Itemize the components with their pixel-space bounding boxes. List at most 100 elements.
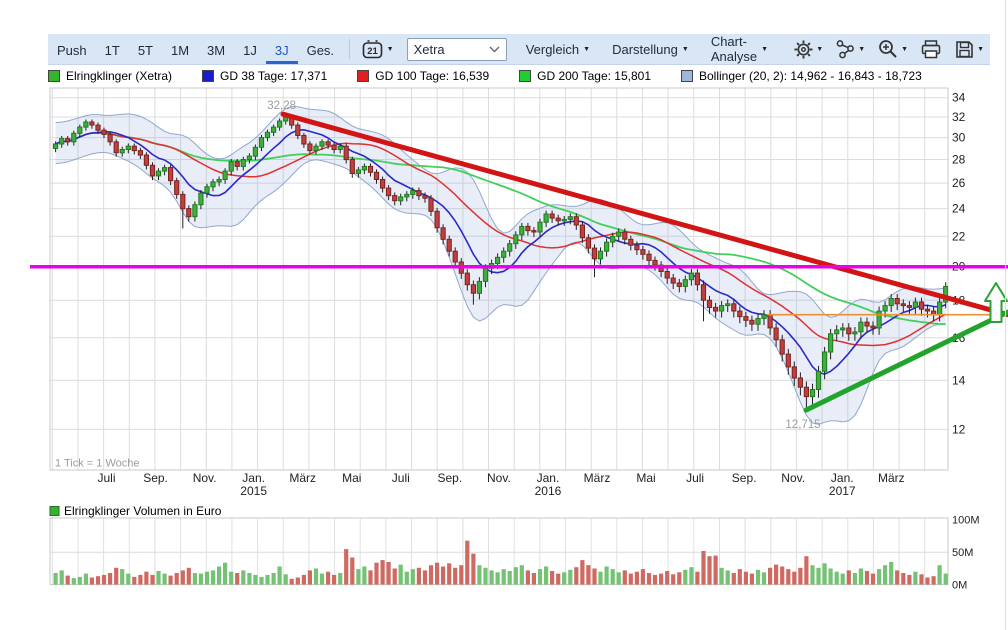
volume-bar [943, 573, 948, 585]
volume-bar [483, 567, 488, 585]
volume-bar [719, 567, 724, 585]
zoom-in-icon [879, 40, 897, 58]
y-tick-label: 14 [952, 373, 966, 387]
candle-body [470, 284, 476, 294]
range-button-5t[interactable]: 5T [129, 35, 162, 64]
volume-bar [150, 574, 155, 585]
candle-body [882, 305, 888, 312]
toolbar: Push 1T 5T 1M 3M 1J 3J Ges. 21 ▼ Xetra V… [48, 34, 990, 65]
candle-body [761, 314, 767, 319]
volume-bar [71, 578, 76, 585]
legend-label: GD 38 Tage: 17,371 [220, 69, 328, 83]
volume-bar [640, 569, 645, 585]
print-button[interactable] [920, 39, 942, 60]
range-button-1m[interactable]: 1M [162, 35, 198, 64]
volume-bar [265, 574, 270, 585]
volume-bar [210, 570, 216, 585]
candle-body [900, 303, 906, 307]
candle-body [864, 321, 870, 327]
volume-bar [362, 566, 367, 585]
candle-body [222, 170, 228, 180]
volume-bar [289, 578, 294, 585]
candle-body [616, 231, 622, 237]
range-button-1t[interactable]: 1T [96, 35, 129, 64]
candle-body [422, 195, 428, 199]
volume-bar [858, 568, 863, 585]
volume-bar [901, 573, 906, 585]
volume-bar [919, 574, 924, 585]
candle-body [476, 280, 482, 294]
candle-body [549, 213, 555, 219]
main-chart[interactable]: 121416182022242628303234JuliSep.Nov.Jan.… [0, 86, 1008, 630]
chevron-down-icon: ▼ [901, 45, 909, 53]
volume-bar [283, 574, 288, 585]
volume-bar [229, 571, 234, 585]
candle-body [749, 319, 755, 325]
candle-body [797, 377, 803, 388]
volume-bar [574, 567, 579, 585]
x-tick-label: Mai [636, 471, 655, 485]
candle-body [174, 180, 180, 195]
range-button-1j[interactable]: 1J [234, 35, 266, 64]
volume-bar [513, 567, 518, 585]
range-button-push[interactable]: Push [48, 35, 96, 64]
menu-chart-analyse[interactable]: Chart-Analyse ▼ [711, 34, 768, 64]
candle-body [125, 145, 131, 151]
volume-bar [828, 568, 833, 585]
x-tick-label: Sep. [438, 471, 463, 485]
volume-bar [108, 573, 113, 585]
candle-body [131, 145, 137, 152]
volume-bar [114, 567, 119, 585]
candle-body [676, 282, 682, 287]
x-tick-label: Nov. [487, 471, 511, 485]
volume-bar [731, 573, 736, 585]
candle-body [912, 301, 918, 308]
volume-bar [683, 569, 688, 585]
candle-body [513, 234, 519, 245]
chevron-down-icon: ▼ [761, 45, 768, 53]
candle-body [519, 225, 525, 236]
legend-label: GD 100 Tage: 16,539 [375, 69, 490, 83]
volume-bar [253, 574, 258, 585]
range-button-ges[interactable]: Ges. [298, 35, 343, 64]
range-button-3m[interactable]: 3M [198, 35, 234, 64]
candle-body [585, 237, 591, 249]
legend-item-instrument: Elringklinger (Xetra) [48, 69, 172, 83]
volume-bar [743, 571, 748, 585]
candle-body [71, 132, 77, 143]
legend-label: GD 200 Tage: 15,801 [537, 69, 651, 83]
candle-body [507, 243, 513, 252]
candle-body [840, 327, 846, 331]
candle-body [143, 154, 150, 166]
candle-body [495, 256, 501, 265]
volume-bar [774, 564, 779, 585]
candle-body [113, 141, 119, 154]
legend-item-bollinger: Bollinger (20, 2): 14,962 - 16,843 - 18,… [681, 69, 922, 83]
zoom-button[interactable]: ▼ [877, 38, 908, 60]
candle-body [162, 167, 168, 172]
save-button[interactable]: ▼ [954, 39, 984, 60]
legend-swatch [202, 70, 215, 82]
calendar-button[interactable]: 21 ▼ [361, 39, 394, 60]
candle-body [95, 124, 101, 131]
volume-bar [59, 570, 64, 585]
range-button-3j[interactable]: 3J [266, 35, 298, 64]
volume-bar [646, 573, 652, 585]
menu-darstellung[interactable]: Darstellung ▼ [612, 42, 689, 57]
exchange-select[interactable]: Xetra [406, 37, 507, 61]
volume-bar [870, 573, 876, 585]
volume-bar [174, 573, 179, 585]
volume-bar [737, 569, 742, 585]
menu-vergleich[interactable]: Vergleich ▼ [526, 42, 590, 57]
volume-bar [889, 562, 894, 585]
indicators-button[interactable]: ▼ [835, 39, 865, 60]
volume-bar [489, 570, 494, 585]
volume-legend-swatch [49, 506, 60, 516]
volume-bar [755, 569, 761, 585]
candle-body [700, 284, 707, 301]
volume-bar [761, 572, 767, 585]
y-tick-label: 32 [952, 110, 966, 124]
settings-button[interactable]: ▼ [793, 39, 823, 60]
legend-swatch [681, 70, 693, 82]
volume-bar [834, 571, 839, 585]
